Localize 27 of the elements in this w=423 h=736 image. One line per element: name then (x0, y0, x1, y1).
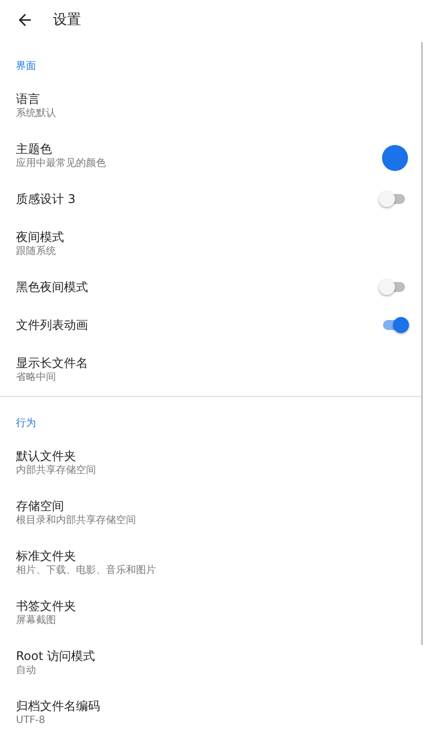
setting-title[interactable]: 黑色夜间模式 (16, 279, 88, 295)
page-title: 设置 (53, 11, 81, 29)
back-icon[interactable] (16, 11, 34, 29)
setting-value: 内部共享存储空间 (16, 464, 96, 478)
section-header: 界面 (15, 60, 37, 74)
setting-title[interactable]: 归档文件名编码 (16, 698, 100, 714)
setting-title[interactable]: Root 访问模式 (16, 648, 96, 664)
setting-value: 相片、下载、电影、音乐和图片 (16, 564, 156, 578)
section-header: 行为 (15, 416, 37, 431)
setting-value: 省略中间 (16, 371, 57, 385)
setting-title[interactable]: 夜间模式 (16, 229, 64, 245)
setting-value: 自动 (16, 664, 37, 678)
setting-title[interactable]: 默认文件夹 (16, 448, 96, 464)
setting-title[interactable]: 主题色 (16, 141, 106, 157)
setting-value: 应用中最常见的颜色 (16, 157, 106, 171)
setting-title[interactable]: 质感设计 3 (16, 191, 76, 207)
setting-title[interactable]: 标准文件夹 (16, 548, 156, 564)
setting-value: 根目录和内部共享存储空间 (16, 514, 136, 528)
setting-title[interactable]: 语言 (16, 91, 56, 107)
setting-title[interactable]: 书签文件夹 (16, 598, 76, 614)
setting-value: UTF-8 (16, 714, 46, 728)
setting-value: 跟随系统 (16, 245, 57, 259)
setting-value: 屏幕截图 (16, 614, 57, 628)
setting-value: 系统默认 (16, 107, 56, 121)
setting-title[interactable]: 文件列表动画 (16, 317, 88, 333)
setting-title[interactable]: 显示长文件名 (16, 355, 88, 371)
setting-title[interactable]: 存储空间 (16, 498, 136, 514)
